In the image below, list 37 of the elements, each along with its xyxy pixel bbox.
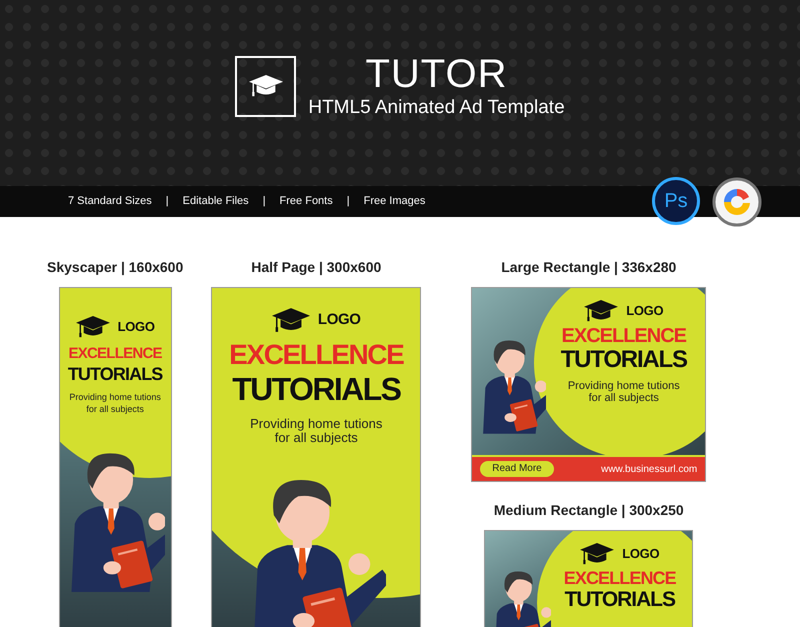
graduation-cap-icon	[76, 316, 110, 338]
logo-text: LOGO	[622, 545, 660, 564]
headline: TUTORIALS	[68, 365, 162, 383]
feature-label: 7 Standard Sizes	[68, 194, 152, 210]
feature-label: Editable Files	[182, 194, 249, 210]
photoshop-icon: Ps	[652, 177, 700, 225]
headline: EXCELLENCE	[229, 341, 404, 369]
logo-text: LOGO	[626, 302, 664, 320]
logo-text: LOGO	[318, 310, 361, 330]
banner-caption: Half Page | 300x600	[251, 258, 382, 278]
banner-caption: Large Rectangle | 336x280	[501, 258, 676, 278]
graduation-cap-icon	[580, 543, 614, 565]
headline: EXCELLENCE	[562, 326, 686, 346]
feature-label: Free Fonts	[280, 194, 333, 210]
graduation-cap-icon	[248, 74, 283, 98]
headline: TUTORIALS	[232, 373, 400, 405]
graduation-cap-icon	[584, 300, 618, 322]
page-title: TUTOR	[365, 52, 508, 96]
tagline: Providing home tutions for all subjects	[566, 380, 681, 404]
tagline: Providing home tutions for all subjects	[249, 417, 384, 445]
tagline: Providing home tutions for all subjects	[68, 391, 162, 415]
website-link[interactable]: www.businessurl.com	[601, 462, 698, 476]
read-more-button[interactable]: Read More	[480, 461, 554, 477]
feature-label: Free Images	[364, 194, 426, 210]
graduation-cap-icon	[272, 308, 310, 333]
headline: TUTORIALS	[560, 348, 687, 372]
separator: |	[346, 194, 350, 210]
headline: EXCELLENCE	[68, 346, 162, 361]
headline: EXCELLENCE	[564, 569, 676, 587]
ring-logo-icon	[712, 177, 762, 227]
headline: TUTORIALS	[564, 589, 675, 610]
separator: |	[166, 194, 169, 210]
logo-text: LOGO	[118, 318, 155, 336]
separator: |	[262, 194, 266, 210]
banner-caption: Medium Rectangle | 300x250	[494, 501, 684, 520]
banner-caption: Skyscaper | 160x600	[47, 258, 184, 278]
page-subtitle: HTML5 Animated Ad Template	[308, 96, 565, 120]
